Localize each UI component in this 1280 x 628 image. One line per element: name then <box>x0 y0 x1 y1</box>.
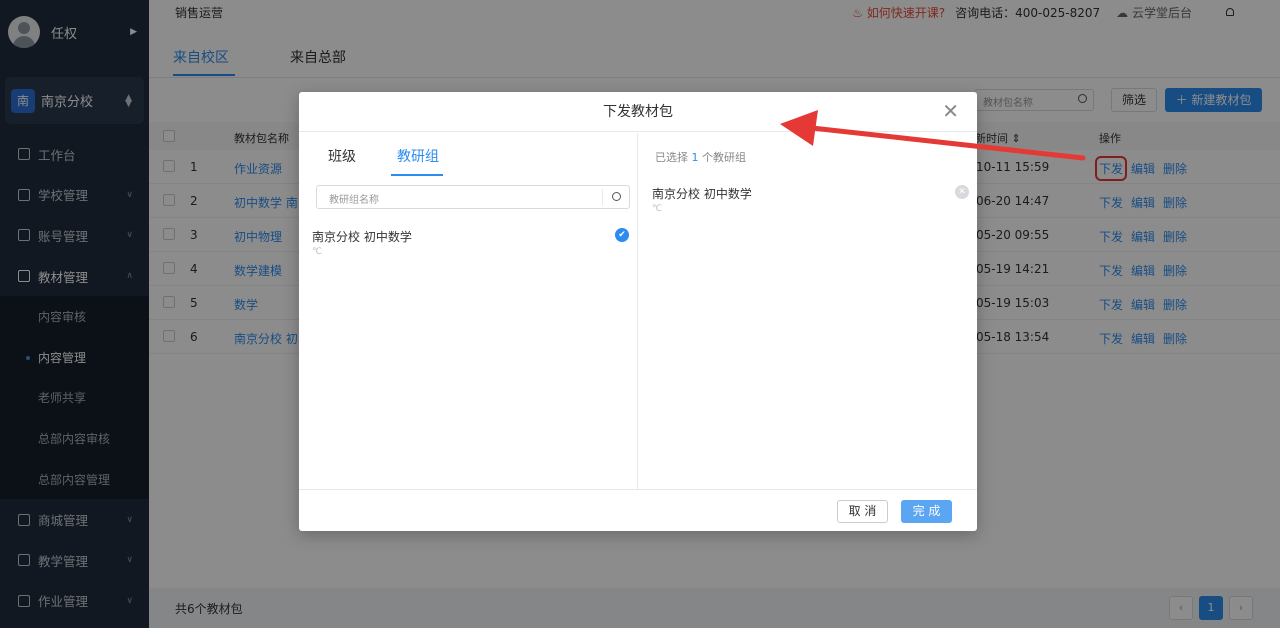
divider <box>602 189 603 205</box>
dialog-title: 下发教材包 <box>299 92 977 132</box>
group-option-name[interactable]: 南京分校 初中数学 <box>312 228 412 245</box>
close-icon[interactable]: ✕ <box>942 101 959 121</box>
options-pane: 班级 教研组 教研组名称 南京分校 初中数学 ℃ ✔ <box>299 133 638 489</box>
search-icon[interactable] <box>612 192 621 201</box>
cancel-button[interactable]: 取 消 <box>837 500 888 523</box>
selected-count: 1 <box>691 151 699 164</box>
active-tab-underline <box>391 174 443 176</box>
selected-pane: 已选择 1 个教研组 南京分校 初中数学 ℃ ✕ <box>639 133 977 489</box>
selected-suffix: 个教研组 <box>702 151 746 164</box>
selected-item-name: 南京分校 初中数学 <box>652 187 752 201</box>
distribute-dialog: 下发教材包 ✕ 班级 教研组 教研组名称 南京分校 初中数学 ℃ ✔ 已选择 1… <box>299 92 977 531</box>
dialog-footer: 取 消 完 成 <box>299 489 977 531</box>
check-circle-icon[interactable]: ✔ <box>615 228 629 242</box>
group-search-input[interactable]: 教研组名称 <box>316 185 630 209</box>
search-placeholder: 教研组名称 <box>329 195 379 206</box>
group-option-sub: ℃ <box>312 247 323 257</box>
tab-class[interactable]: 班级 <box>328 146 356 166</box>
remove-icon[interactable]: ✕ <box>955 185 969 199</box>
selected-prefix: 已选择 <box>655 151 688 164</box>
selected-count-text: 已选择 1 个教研组 <box>655 149 746 165</box>
done-button[interactable]: 完 成 <box>901 500 952 523</box>
selected-item-sub: ℃ <box>652 204 663 214</box>
tab-research-group[interactable]: 教研组 <box>397 146 439 166</box>
